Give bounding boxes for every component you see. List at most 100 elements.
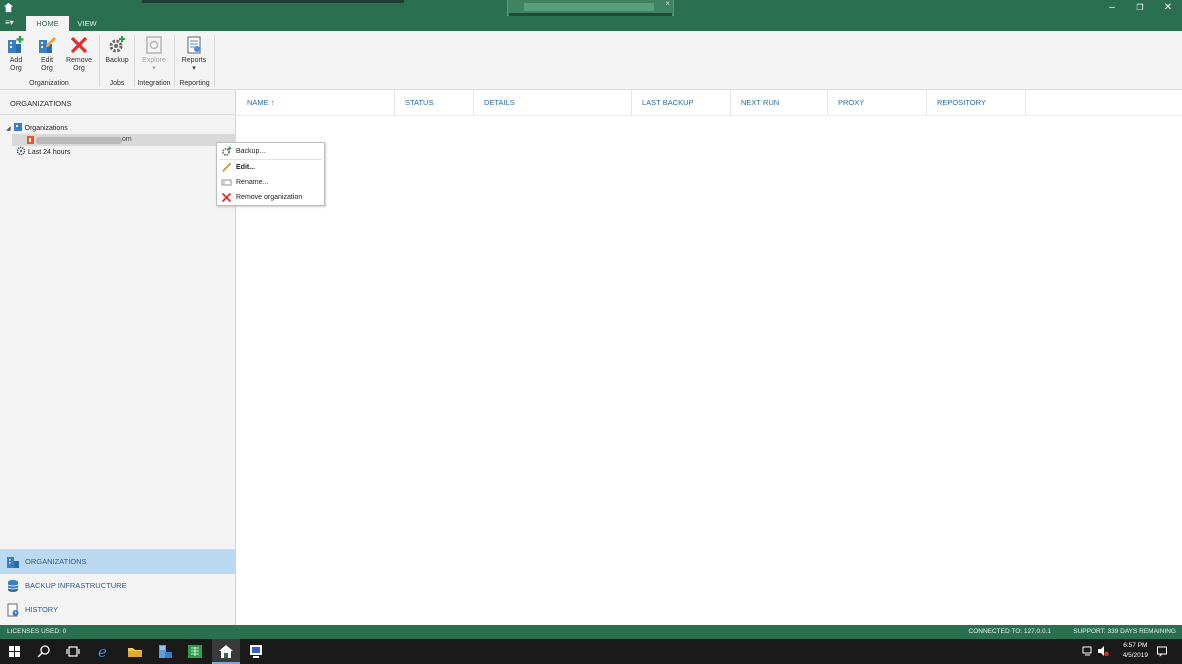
task-view-icon[interactable] — [64, 643, 82, 660]
jobs-grid: NAME ↑ STATUS DETAILS LAST BACKUP NEXT R… — [237, 90, 1182, 625]
edge-browser-icon[interactable]: e — [95, 643, 113, 660]
tree-root-organizations[interactable]: ◢ Organizations — [6, 122, 68, 134]
window-title-redacted — [524, 3, 654, 11]
col-status[interactable]: STATUS — [395, 90, 474, 115]
menu-item-edit-label: Edit... — [236, 164, 256, 171]
menu-item-rename[interactable]: Rename... — [217, 175, 324, 190]
backup-gear-icon — [222, 146, 232, 156]
col-repository[interactable]: REPOSITORY — [927, 90, 1026, 115]
explore-label: Explore — [142, 57, 166, 64]
licenses-used: LICENSES USED: 0 — [7, 628, 67, 635]
group-separator — [214, 35, 215, 87]
col-name-label: NAME — [247, 98, 269, 107]
sort-ascending-icon: ↑ — [270, 98, 275, 107]
office365-org-icon — [27, 136, 34, 144]
edit-org-icon — [39, 37, 56, 53]
support-remaining: SUPPORT: 339 DAYS REMAINING — [1073, 628, 1176, 635]
org-name-redacted — [36, 137, 122, 144]
nav-organizations-label: ORGANIZATIONS — [25, 557, 87, 566]
taskbar-clock[interactable]: 6:57 PM 4/5/2019 — [1123, 641, 1148, 661]
group-separator — [174, 35, 175, 87]
col-details[interactable]: DETAILS — [474, 90, 632, 115]
grid-header-divider — [237, 115, 1182, 116]
reports-label: Reports — [181, 57, 207, 64]
search-icon[interactable] — [35, 643, 53, 660]
panel-header: ORGANIZATIONS — [10, 99, 72, 108]
reports-button[interactable]: Reports ▾ — [178, 35, 210, 73]
menu-item-rename-label: Rename... — [236, 179, 269, 186]
title-underline — [509, 13, 672, 16]
network-icon[interactable] — [1082, 645, 1094, 657]
remove-org-icon — [70, 36, 88, 54]
col-proxy[interactable]: PROXY — [828, 90, 927, 115]
nav-history[interactable]: HISTORY — [0, 598, 236, 622]
connected-to: CONNECTED TO: 127.0.0.1 — [968, 628, 1052, 635]
edit-org-label: Edit Org — [40, 57, 54, 72]
nav-backup-infrastructure[interactable]: BACKUP INFRASTRUCTURE — [0, 574, 236, 598]
ribbon: Add Org Edit Org Remove Org Organization… — [0, 31, 1182, 90]
col-next-run[interactable]: NEXT RUN — [731, 90, 828, 115]
remove-icon — [221, 192, 232, 203]
expand-arrow-icon[interactable]: ◢ — [6, 126, 11, 132]
add-org-label: Add Org — [9, 57, 23, 72]
gear-clock-icon — [16, 146, 26, 156]
tree-last-24-hours[interactable]: Last 24 hours — [16, 146, 70, 158]
backup-gear-icon — [109, 36, 125, 53]
group-organization: Organization — [29, 80, 69, 87]
menu-item-remove-organization[interactable]: Remove organization — [217, 190, 324, 205]
last-24-hours-label: Last 24 hours — [27, 149, 71, 156]
spreadsheet-app-icon[interactable] — [186, 643, 204, 660]
org-name-suffix: om — [122, 136, 132, 143]
col-name[interactable]: NAME ↑ — [237, 90, 395, 115]
col-last-backup[interactable]: LAST BACKUP — [632, 90, 731, 115]
title-bar: ≡▾ HOME VIEW × – ❐ ✕ — [0, 0, 1182, 31]
edit-org-button[interactable]: Edit Org — [35, 35, 59, 73]
context-menu: Backup... Edit... Rename... Remove organ… — [216, 142, 325, 206]
remove-org-button[interactable]: Remove Org — [64, 35, 94, 73]
minimize-icon[interactable]: – — [1104, 2, 1120, 14]
explore-button[interactable]: Explore ▾ — [138, 35, 170, 73]
volume-muted-icon[interactable] — [1097, 645, 1109, 657]
backup-button[interactable]: Backup — [103, 35, 131, 65]
title-accent-strip — [142, 0, 404, 3]
menu-icon[interactable]: ≡▾ — [5, 17, 21, 29]
server-manager-icon[interactable] — [156, 643, 174, 660]
group-separator — [99, 35, 100, 87]
restore-icon[interactable]: ❐ — [1132, 2, 1148, 14]
menu-item-backup[interactable]: Backup... — [217, 144, 324, 159]
reports-dropdown: ▾ — [192, 65, 196, 72]
history-icon — [7, 603, 19, 617]
notifications-icon[interactable] — [1156, 645, 1168, 657]
organizations-icon — [7, 557, 19, 568]
remote-console-icon[interactable] — [247, 643, 265, 660]
tab-view[interactable]: VIEW — [70, 16, 104, 31]
panel-divider — [0, 114, 236, 115]
remove-org-label: Remove Org — [65, 57, 93, 72]
menu-item-remove-label: Remove organization — [236, 194, 303, 201]
group-jobs: Jobs — [109, 80, 125, 87]
nav-history-label: HISTORY — [25, 605, 59, 614]
group-integration: Integration — [137, 80, 171, 87]
veeam-app-icon[interactable] — [217, 643, 235, 660]
nav-organizations[interactable]: ORGANIZATIONS — [0, 550, 236, 574]
database-icon — [7, 580, 19, 592]
file-explorer-icon[interactable] — [126, 643, 144, 660]
windows-start-icon[interactable] — [6, 643, 24, 660]
clock-date: 4/5/2019 — [1122, 652, 1148, 659]
menu-item-backup-label: Backup... — [236, 148, 266, 155]
close-icon[interactable]: ✕ — [1160, 2, 1176, 14]
tree-root-label: Organizations — [24, 125, 68, 132]
rename-icon — [221, 179, 232, 186]
svg-text:e: e — [98, 643, 107, 660]
menu-item-edit[interactable]: Edit... — [217, 160, 324, 175]
pencil-icon — [222, 162, 232, 172]
tab-home[interactable]: HOME — [26, 16, 69, 31]
close-small-icon[interactable]: × — [665, 0, 670, 8]
add-org-icon — [8, 36, 24, 53]
explore-icon — [146, 36, 162, 54]
add-org-button[interactable]: Add Org — [4, 35, 28, 73]
group-reporting: Reporting — [179, 80, 210, 87]
taskbar: e 6:57 PM 4/5/2019 — [0, 639, 1182, 664]
nav-backup-infrastructure-label: BACKUP INFRASTRUCTURE — [25, 581, 127, 590]
organizations-tree-icon — [13, 123, 22, 131]
